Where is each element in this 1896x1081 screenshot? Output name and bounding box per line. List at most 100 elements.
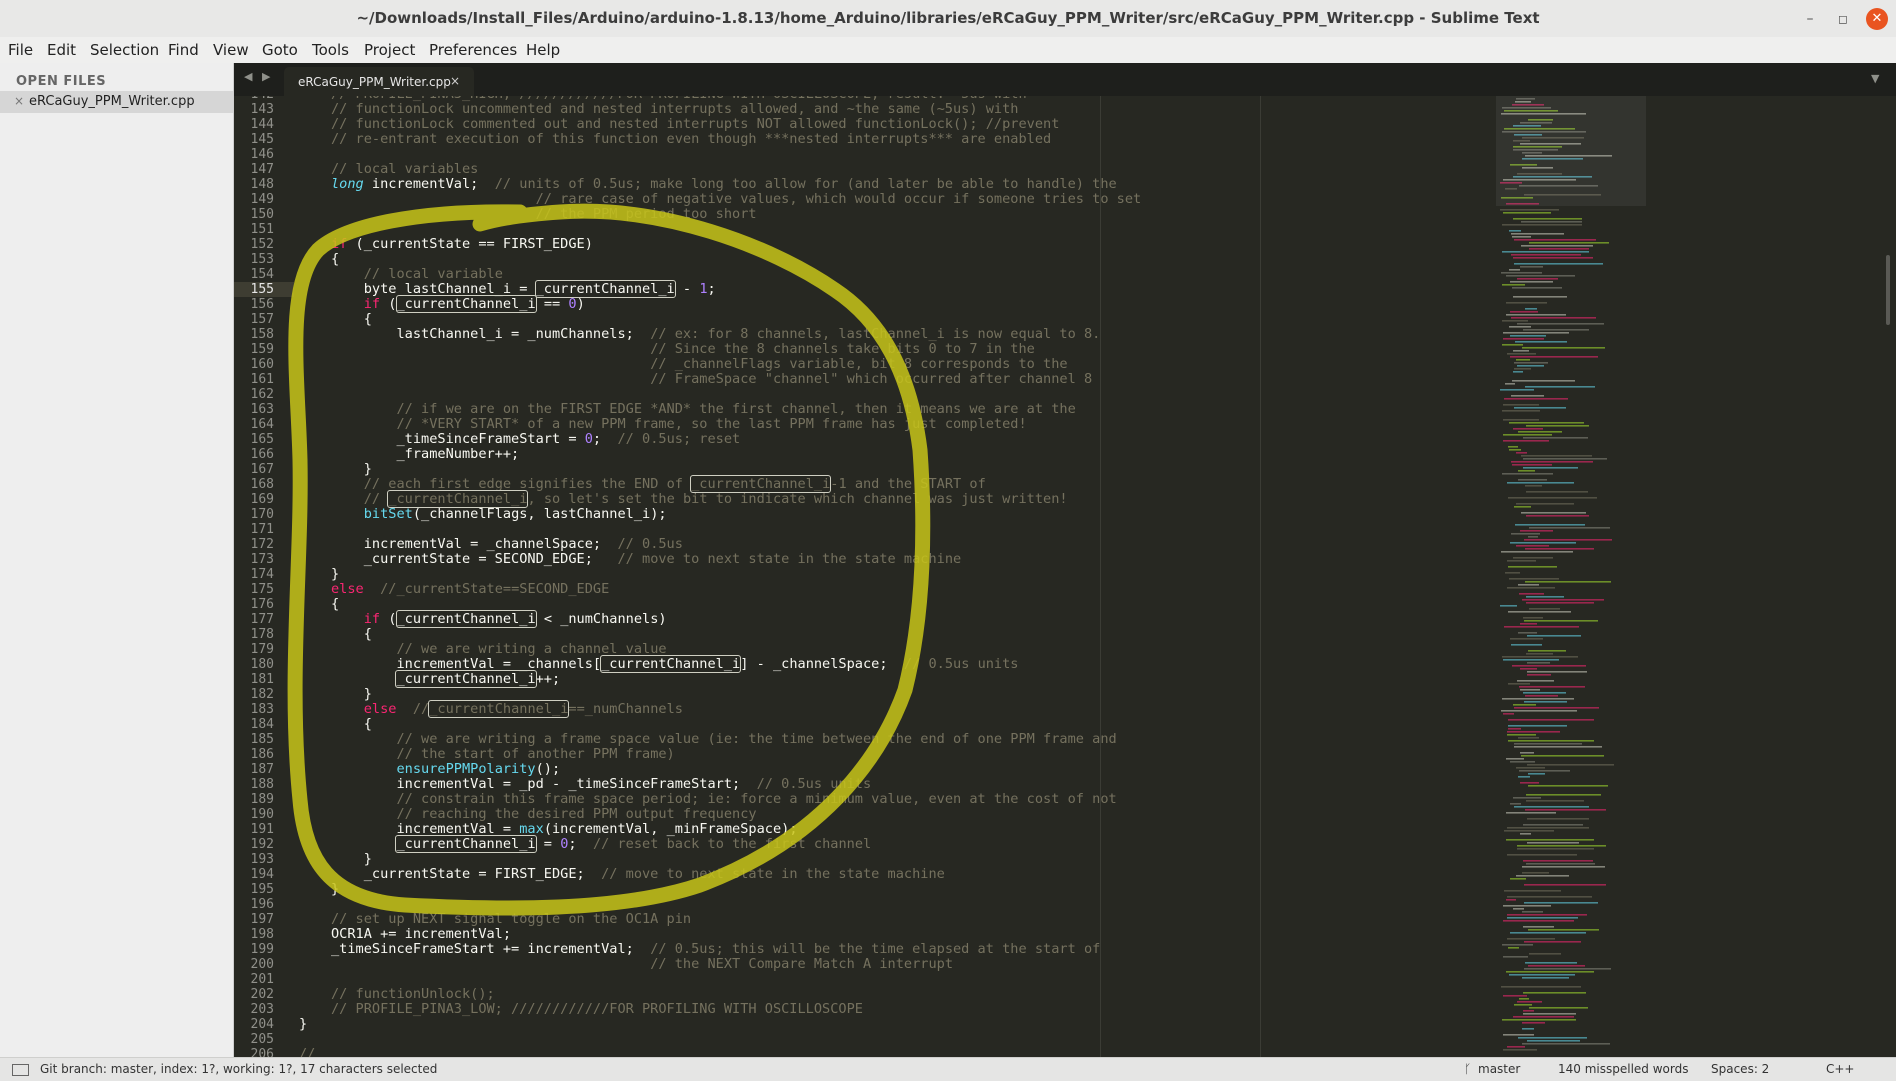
code-line[interactable]: incrementVal = _pd - _timeSinceFrameStar… bbox=[331, 777, 871, 792]
code-token: // Since the 8 channels take bits 0 to 7… bbox=[650, 341, 1035, 357]
menu-goto[interactable]: Goto bbox=[262, 37, 298, 63]
code-line[interactable]: } bbox=[331, 882, 339, 897]
sidebar-file-name[interactable]: eRCaGuy_PPM_Writer.cpp bbox=[29, 94, 195, 109]
code-line[interactable]: // PROFILE_PINA3_LOW; ////////////FOR PR… bbox=[331, 1002, 863, 1017]
code-line[interactable]: { bbox=[331, 717, 372, 732]
code-line[interactable]: else //_currentState==SECOND_EDGE bbox=[331, 582, 609, 597]
minimap-viewport[interactable] bbox=[1496, 96, 1646, 206]
maximize-icon[interactable]: ◻ bbox=[1832, 8, 1854, 30]
code-line[interactable]: // the NEXT Compare Match A interrupt bbox=[331, 957, 953, 972]
code-line[interactable]: // reaching the desired PPM output frequ… bbox=[331, 806, 756, 822]
code-line[interactable]: OCR1A += incrementVal; bbox=[331, 927, 511, 942]
code-token: // PROFILE_PINA3_LOW; ////////////FOR PR… bbox=[331, 1001, 863, 1017]
code-line[interactable]: if (_currentChannel_i == 0) bbox=[331, 295, 585, 313]
syntax-setting[interactable]: C++ bbox=[1826, 1062, 1855, 1076]
code-line[interactable]: _currentChannel_i++; bbox=[331, 670, 560, 688]
code-line[interactable]: { bbox=[331, 312, 372, 327]
code-line[interactable]: // functionLock uncommented and nested i… bbox=[331, 102, 1018, 117]
code-line[interactable]: // the PPM period too short bbox=[331, 207, 757, 222]
git-branch[interactable]: master bbox=[1478, 1062, 1520, 1076]
tab-dropdown-icon[interactable]: ▼ bbox=[1871, 72, 1879, 85]
code-line[interactable]: // Since the 8 channels take bits 0 to 7… bbox=[331, 342, 1035, 357]
sidebar-file-item[interactable]: × eRCaGuy_PPM_Writer.cpp bbox=[0, 91, 233, 113]
line-number: 153 bbox=[250, 252, 274, 267]
menu-edit[interactable]: Edit bbox=[47, 37, 76, 63]
code-line[interactable]: // local variables bbox=[331, 162, 478, 177]
menu-find[interactable]: Find bbox=[168, 37, 199, 63]
code-token: incrementVal = _pd - _timeSinceFrameStar… bbox=[331, 776, 757, 792]
code-line[interactable]: long incrementVal; // units of 0.5us; ma… bbox=[331, 177, 1117, 192]
code-line[interactable]: // we are writing a frame space value (i… bbox=[331, 732, 1116, 747]
minimap-line bbox=[1510, 311, 1538, 313]
code-line[interactable]: // rare case of negative values, which w… bbox=[331, 192, 1142, 207]
tab-nav-arrows-icon[interactable]: ◀ ▶ bbox=[244, 70, 273, 83]
close-file-icon[interactable]: × bbox=[14, 94, 24, 108]
minimap-line bbox=[1517, 323, 1604, 325]
minimap[interactable] bbox=[1496, 96, 1646, 1057]
code-line[interactable]: // we are writing a channel value bbox=[331, 642, 666, 657]
line-number: 204 bbox=[250, 1017, 274, 1032]
minimap-line bbox=[1513, 371, 1523, 373]
menu-preferences[interactable]: Preferences bbox=[429, 37, 517, 63]
code-line[interactable]: // _channelFlags variable, bit 8 corresp… bbox=[331, 357, 1067, 372]
code-line[interactable]: incrementVal = _channels[_currentChannel… bbox=[331, 655, 1018, 673]
menu-help[interactable]: Help bbox=[526, 37, 560, 63]
code-line[interactable]: // _currentChannel_i, so let's set the b… bbox=[331, 490, 1068, 508]
tab-active-file[interactable]: eRCaGuy_PPM_Writer.cpp × bbox=[284, 67, 474, 96]
menu-file[interactable]: File bbox=[8, 37, 33, 63]
code-line[interactable]: // functionUnlock(); bbox=[331, 987, 495, 1002]
minimap-line bbox=[1506, 971, 1594, 973]
code-line[interactable]: incrementVal = max(incrementVal, _minFra… bbox=[331, 822, 797, 837]
code-line[interactable]: incrementVal = _channelSpace; // 0.5us bbox=[331, 537, 683, 552]
code-line[interactable]: else //_currentChannel_i==_numChannels bbox=[331, 700, 683, 718]
menu-view[interactable]: View bbox=[213, 37, 249, 63]
code-line[interactable]: } bbox=[331, 567, 339, 582]
code-line[interactable]: } bbox=[331, 852, 372, 867]
code-line[interactable]: } bbox=[299, 1017, 307, 1032]
code-line[interactable]: bitSet(_channelFlags, lastChannel_i); bbox=[331, 507, 667, 522]
code-line[interactable]: } bbox=[331, 687, 372, 702]
code-line[interactable]: if (_currentState == FIRST_EDGE) bbox=[331, 237, 593, 252]
code-line[interactable]: { bbox=[331, 627, 372, 642]
menu-tools[interactable]: Tools bbox=[312, 37, 349, 63]
code-line[interactable]: // each first edge signifies the END of … bbox=[331, 475, 986, 493]
panel-toggle-icon[interactable] bbox=[12, 1064, 29, 1076]
code-line[interactable]: { bbox=[331, 597, 339, 612]
code-line[interactable]: { bbox=[331, 252, 339, 267]
code-line[interactable]: if (_currentChannel_i < _numChannels) bbox=[331, 610, 667, 628]
code-line[interactable]: // if we are on the FIRST EDGE *AND* the… bbox=[331, 402, 1075, 417]
tab-label[interactable]: eRCaGuy_PPM_Writer.cpp bbox=[298, 75, 451, 89]
code-line[interactable]: } bbox=[331, 462, 372, 477]
code-token: ensurePPMPolarity bbox=[396, 761, 536, 777]
code-line[interactable]: // FrameSpace "channel" which occurred a… bbox=[331, 372, 1092, 387]
code-line[interactable]: _currentState = SECOND_EDGE; // move to … bbox=[331, 552, 961, 567]
menu-selection[interactable]: Selection bbox=[90, 37, 159, 63]
minimize-icon[interactable]: – bbox=[1799, 8, 1821, 30]
line-number: 160 bbox=[250, 357, 274, 372]
code-line[interactable]: _currentState = FIRST_EDGE; // move to n… bbox=[331, 867, 945, 882]
minimap-line bbox=[1523, 467, 1578, 469]
tab-close-icon[interactable]: × bbox=[450, 74, 460, 88]
menu-project[interactable]: Project bbox=[364, 37, 415, 63]
code-line[interactable]: _currentChannel_i = 0; // reset back to … bbox=[331, 835, 871, 853]
code-line[interactable]: _frameNumber++; bbox=[331, 447, 519, 462]
code-line[interactable]: _timeSinceFrameStart += incrementVal; //… bbox=[331, 942, 1100, 957]
indentation-setting[interactable]: Spaces: 2 bbox=[1711, 1062, 1769, 1076]
code-line[interactable]: // the start of another PPM frame) bbox=[331, 747, 674, 762]
code-line[interactable]: lastChannel_i = _numChannels; // ex: for… bbox=[331, 327, 1100, 342]
code-line[interactable]: // set up NEXT signal toggle on the OC1A… bbox=[331, 912, 691, 927]
code-line[interactable]: _timeSinceFrameStart = 0; // 0.5us; rese… bbox=[331, 432, 740, 447]
misspelled-words[interactable]: 140 misspelled words bbox=[1558, 1062, 1688, 1076]
code-line[interactable]: // local variable bbox=[331, 267, 503, 282]
code-line[interactable]: ensurePPMPolarity(); bbox=[331, 762, 560, 777]
code-line[interactable]: byte lastChannel_i = _currentChannel_i -… bbox=[331, 280, 716, 298]
code-line[interactable]: // *VERY START* of a new PPM frame, so t… bbox=[331, 417, 1026, 432]
code-line[interactable]: // bbox=[299, 1047, 315, 1058]
close-window-icon[interactable]: ✕ bbox=[1866, 8, 1888, 30]
line-number: 159 bbox=[250, 342, 274, 357]
code-line[interactable]: // functionLock commented out and nested… bbox=[331, 117, 1059, 132]
code-line[interactable]: // re-entrant execution of this function… bbox=[331, 132, 1051, 147]
vertical-scrollbar[interactable] bbox=[1886, 255, 1890, 325]
code-line[interactable]: // constrain this frame space period; ie… bbox=[331, 792, 1116, 807]
